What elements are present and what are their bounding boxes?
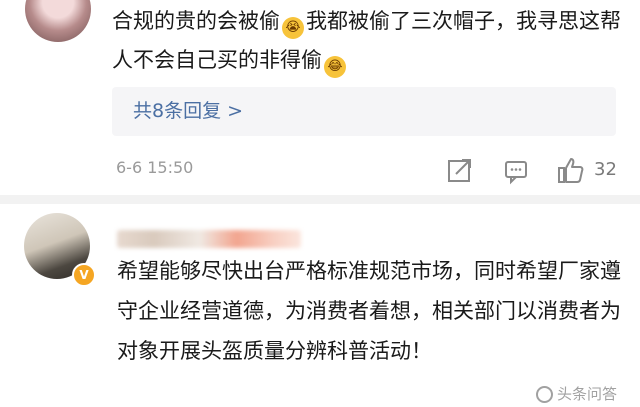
like-icon[interactable] — [557, 155, 585, 187]
comment-timestamp: 6-6 15:50 — [116, 158, 194, 177]
comment-icon[interactable] — [503, 155, 529, 187]
commenter-avatar[interactable] — [25, 0, 91, 42]
verified-badge-icon: V — [72, 263, 96, 287]
comment-text: 希望能够尽快出台严格标准规范市场，同时希望厂家遵守企业经营道德，为消费者着想，相… — [117, 259, 621, 363]
watermark-logo-icon — [536, 386, 553, 403]
crying-emoji-icon: 😭 — [282, 17, 304, 39]
watermark: 头条问答 — [536, 383, 617, 404]
comment-text: 合规的贵的会被偷 😭 我都被偷了三次帽子，我寻思这帮人不会自己买的非得偷 😂 — [112, 2, 632, 80]
watermark-text: 头条问答 — [557, 385, 618, 403]
comment-divider — [0, 195, 640, 204]
view-replies-button[interactable]: 共8条回复 > — [112, 87, 616, 136]
commenter-name-blurred[interactable] — [117, 230, 301, 248]
share-icon[interactable] — [447, 155, 473, 187]
laughing-emoji-icon: 😂 — [324, 56, 346, 78]
like-count: 32 — [594, 159, 617, 180]
comment-text-part1: 合规的贵的会被偷 — [112, 9, 280, 33]
